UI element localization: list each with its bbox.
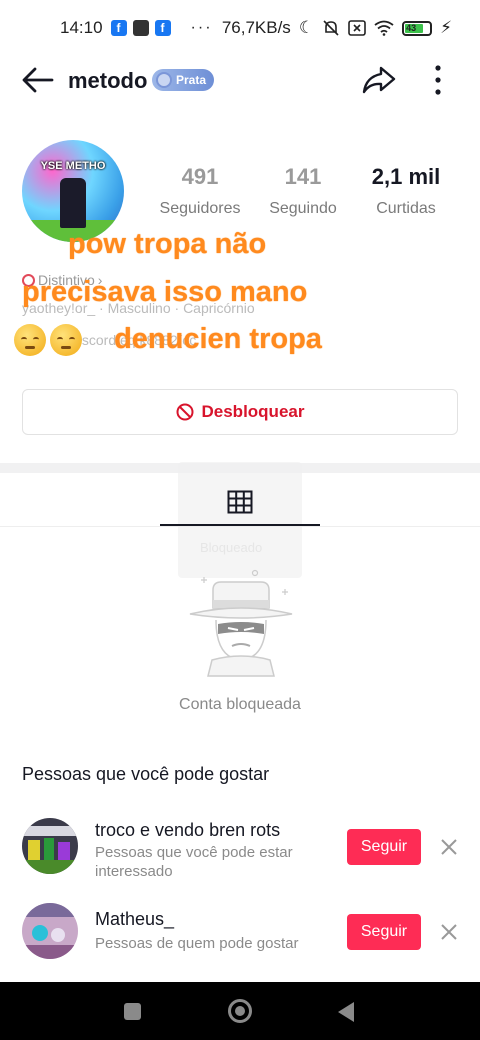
tab-videos[interactable] xyxy=(160,480,320,526)
follow-button[interactable]: Seguir xyxy=(347,829,421,865)
badge-icon xyxy=(156,72,172,88)
app-icon xyxy=(132,20,149,36)
overlay-caption-line: denucien tropa xyxy=(114,323,322,355)
stat-followers[interactable]: 491 Seguidores xyxy=(150,164,250,218)
avatar[interactable] xyxy=(22,903,78,959)
stat-likes[interactable]: 2,1 mil Curtidas xyxy=(356,164,456,218)
battery-icon: 43 xyxy=(402,20,433,36)
system-nav-bar xyxy=(0,982,480,1040)
avatar[interactable] xyxy=(22,818,78,874)
username-title: metodo xyxy=(68,68,148,93)
profile-avatar[interactable]: YSE METHO xyxy=(22,140,124,242)
recents-icon[interactable] xyxy=(124,1003,141,1020)
back-triangle-icon[interactable] xyxy=(338,1002,354,1022)
suggestion-subtitle: Pessoas de quem pode gostar xyxy=(95,935,299,952)
pensive-emoji-icon xyxy=(50,324,82,357)
close-icon[interactable] xyxy=(438,836,460,858)
mute-icon xyxy=(323,20,339,36)
follow-button[interactable]: Seguir xyxy=(347,914,421,950)
facebook-icon: f xyxy=(110,20,127,36)
facebook-icon: f xyxy=(154,20,171,36)
grid-icon xyxy=(227,490,253,514)
ghost-label: Bloqueado xyxy=(200,540,263,555)
more-vertical-icon[interactable] xyxy=(426,62,450,98)
network-speed: 76,7KB/s xyxy=(221,18,291,37)
home-icon[interactable] xyxy=(228,999,252,1023)
close-box-icon xyxy=(348,20,366,36)
more-dots-icon: ··· xyxy=(190,19,213,36)
block-icon xyxy=(176,403,193,421)
status-bar: 14:10 f f ··· 76,7KB/s ☾ 43 ⚡ xyxy=(0,0,480,56)
pensive-emoji-icon xyxy=(14,324,46,357)
moon-icon: ☾ xyxy=(298,18,315,37)
prata-badge[interactable]: Prata xyxy=(152,69,215,91)
blocked-account-label: Conta bloqueada xyxy=(179,696,301,713)
tab-divider xyxy=(0,526,480,527)
overlay-caption-line: precisava isso mano xyxy=(22,276,308,308)
suggestion-name[interactable]: Matheus_ xyxy=(95,909,174,930)
status-time: 14:10 xyxy=(60,18,103,37)
suggestion-name[interactable]: troco e vendo bren rots xyxy=(95,820,280,841)
overlay-caption-line: pow tropa não xyxy=(68,228,267,260)
suggestion-row[interactable]: troco e vendo bren rots Pessoas que você… xyxy=(0,818,480,898)
charging-icon: ⚡ xyxy=(440,18,452,37)
profile-header: metodo Prata xyxy=(0,56,480,104)
close-icon[interactable] xyxy=(438,921,460,943)
stat-following[interactable]: 141 Seguindo xyxy=(253,164,353,218)
blocked-account-illustration xyxy=(189,569,293,677)
back-arrow-icon[interactable] xyxy=(20,62,56,98)
overlay-caption-row: denucien tropa xyxy=(14,323,322,357)
suggestion-subtitle: Pessoas que você pode estar interessado xyxy=(95,844,293,880)
avatar-text: YSE METHO xyxy=(40,160,106,172)
wifi-icon xyxy=(374,20,394,36)
unblock-button[interactable]: Desbloquear xyxy=(22,389,458,435)
suggestion-row[interactable]: Matheus_ Pessoas de quem pode gostar Seg… xyxy=(0,903,480,983)
share-icon[interactable] xyxy=(360,60,398,98)
suggestions-title: Pessoas que você pode gostar xyxy=(22,764,270,784)
